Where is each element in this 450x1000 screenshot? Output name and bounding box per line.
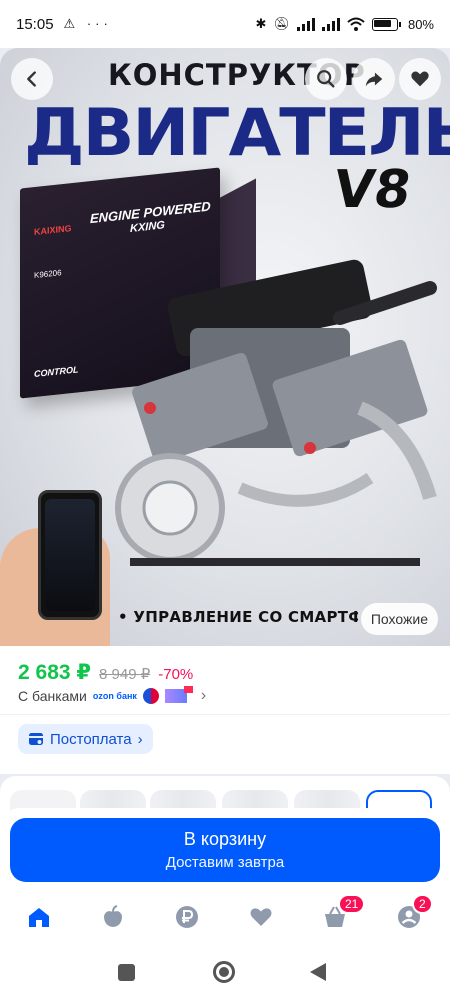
add-to-cart-button[interactable]: В корзину Доставим завтра <box>10 818 440 882</box>
tab-ruble[interactable] <box>174 904 204 934</box>
more-dots-icon: ··· <box>86 16 112 31</box>
postpay-label: Постоплата <box>50 730 132 748</box>
alert-icon: ⚠ <box>63 16 80 31</box>
banks-label: С банками <box>18 688 87 704</box>
bank-offers-row[interactable]: С банками ozon банк › <box>18 686 207 705</box>
back-button[interactable] <box>11 58 53 100</box>
heart-icon <box>250 908 272 926</box>
add-to-cart-label: В корзину <box>183 829 267 849</box>
v8-engine-model <box>115 259 437 566</box>
bluetooth-icon: ✱ <box>255 16 267 31</box>
cart-panel: В корзину Доставим завтра <box>0 808 450 886</box>
old-price: 8 949 ₽ <box>99 666 151 683</box>
chevron-left-icon <box>27 71 36 87</box>
status-bar: 15:05 ⚠ ··· ✱ 🔕︎ 80% <box>0 0 450 48</box>
home-nav-icon[interactable] <box>213 961 235 983</box>
tab-home[interactable] <box>26 904 56 934</box>
profile-badge: 2 <box>412 894 433 914</box>
hero-banner-text: • УПРАВЛЕНИЕ СО СМАРТФОНА <box>118 608 358 626</box>
battery-icon <box>371 17 398 31</box>
search-button[interactable] <box>305 58 347 100</box>
status-time: 15:05 <box>16 15 54 33</box>
fresh-apple-icon <box>104 905 122 927</box>
postpay-button[interactable]: Постоплата › <box>18 724 153 754</box>
tab-profile[interactable]: 2 <box>396 894 433 934</box>
divider <box>0 714 450 715</box>
heart-icon <box>411 71 429 87</box>
price-row: 2 683 ₽ 8 949 ₽ -70% <box>18 660 193 685</box>
product-image[interactable]: КОНСТРУКТОР ДВИГАТЕЛЬ V8 KAIXING ENGINE … <box>0 48 450 646</box>
box-brand: KAIXING <box>34 223 72 238</box>
box-code: K96206 <box>34 268 62 281</box>
mute-icon: 🔕︎ <box>273 16 290 31</box>
favorite-button[interactable] <box>399 58 441 100</box>
delivery-label: Доставим завтра <box>165 854 285 871</box>
hero-title-v8: V8 <box>329 160 415 220</box>
box-control-label: CONTROL <box>34 364 79 380</box>
chevron-right-icon: › <box>200 687 207 704</box>
back-nav-icon[interactable] <box>310 963 326 981</box>
ozon-bank-logo: ozon банк <box>92 690 137 701</box>
recents-icon[interactable] <box>118 964 135 981</box>
smartphone-image <box>38 490 102 620</box>
chevron-right-icon: › <box>137 730 143 748</box>
price-section: 2 683 ₽ 8 949 ₽ -70% С банками ozon банк… <box>0 646 450 774</box>
home-icon <box>29 908 49 927</box>
signal-icon <box>296 17 315 31</box>
tab-fresh[interactable] <box>100 904 130 934</box>
bank-logo-icon <box>164 686 193 703</box>
discount-badge: -70% <box>158 666 194 683</box>
bank-logo-icon <box>142 688 159 704</box>
share-icon <box>365 72 383 87</box>
box-subtitle: KXING <box>130 219 165 235</box>
share-button[interactable] <box>353 58 395 100</box>
system-navigation-bar <box>0 948 450 1000</box>
wifi-icon <box>347 17 365 31</box>
battery-level: 80% <box>407 16 434 32</box>
search-icon <box>317 70 335 88</box>
card-icon <box>29 733 43 745</box>
status-left-icons: ⚠ ··· <box>64 16 112 32</box>
tab-favorites[interactable] <box>248 904 278 934</box>
signal-icon <box>321 17 340 31</box>
current-price: 2 683 ₽ <box>18 661 91 684</box>
tab-cart[interactable]: 21 <box>322 894 366 934</box>
cart-badge: 21 <box>338 894 366 914</box>
similar-button[interactable]: Похожие <box>360 603 438 635</box>
bottom-tab-bar: 21 2 <box>0 886 450 948</box>
ruble-icon <box>176 906 198 928</box>
status-right-icons: ✱ 🔕︎ 80% <box>256 16 434 32</box>
